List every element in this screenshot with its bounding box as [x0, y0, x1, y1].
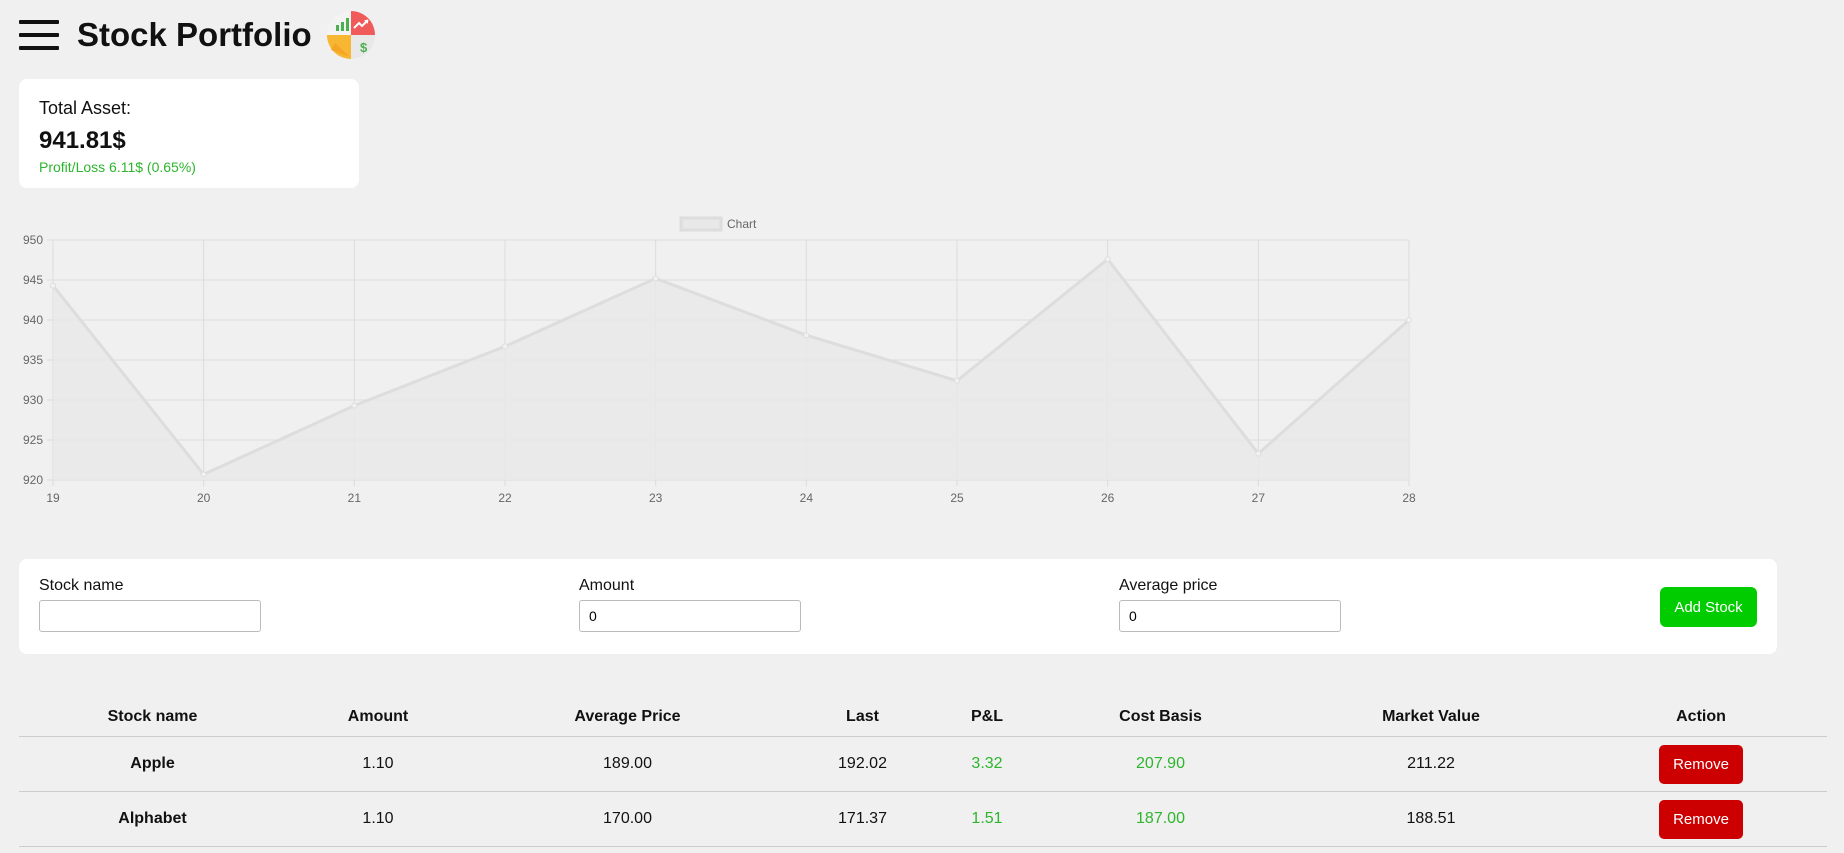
amount-cell: 1.10 [286, 736, 470, 792]
total-asset-label: Total Asset: [39, 98, 132, 118]
market-value-cell: 211.22 [1287, 736, 1575, 792]
x-tick-label: 27 [1252, 491, 1266, 505]
legend-label: Chart [727, 217, 757, 231]
column-header-amount: Amount [286, 698, 470, 737]
y-tick-label: 950 [23, 233, 43, 247]
x-tick-label: 19 [46, 491, 60, 505]
add-stock-form: Stock name Amount Average price Add Stoc… [19, 559, 1777, 654]
data-point [803, 332, 810, 339]
x-tick-label: 26 [1101, 491, 1115, 505]
column-header-pl: P&L [940, 698, 1034, 737]
portfolio-line-chart: 950 945 940 935 930 925 92019 20 21 22 23 24 25 26 27 2… [23, 216, 1416, 505]
svg-text:$: $ [360, 40, 368, 55]
amount-field: Amount [579, 577, 801, 632]
average-price-cell: 170.00 [470, 791, 785, 847]
amount-cell: 1.10 [286, 791, 470, 847]
average-price-label: Average price [1119, 577, 1218, 594]
legend-swatch [679, 216, 723, 232]
y-tick-label: 940 [23, 313, 43, 327]
stock-name-field: Stock name [39, 577, 261, 632]
x-tick-label: 24 [800, 491, 814, 505]
market-value-cell: 188.51 [1287, 791, 1575, 847]
data-point [954, 377, 960, 384]
stock-name-cell: Alphabet [19, 791, 286, 847]
action-cell: Remove [1575, 736, 1827, 792]
portfolio-chart-logo-icon: $ [326, 11, 375, 59]
column-header-cost-basis: Cost Basis [1034, 698, 1287, 737]
column-header-action: Action [1575, 698, 1827, 737]
x-tick-label: 28 [1402, 491, 1416, 505]
remove-button[interactable]: Remove [1659, 744, 1743, 784]
average-price-cell: 189.00 [470, 736, 785, 792]
x-tick-label: 25 [950, 491, 964, 505]
pl-cell: 1.51 [940, 791, 1034, 847]
stocks-table: Stock name Amount Average Price Last P&L… [19, 698, 1827, 847]
header: Stock Portfolio $ [19, 10, 376, 60]
data-point [1406, 317, 1412, 323]
profit-loss-text: Profit/Loss 6.11$ (0.65%) [39, 159, 196, 175]
table-header-row: Stock name Amount Average Price Last P&L… [19, 698, 1827, 737]
data-point [50, 282, 56, 289]
y-tick-label: 935 [23, 353, 43, 367]
stock-name-cell: Apple [19, 736, 286, 792]
data-point [502, 343, 508, 350]
add-stock-button[interactable]: Add Stock [1660, 587, 1757, 627]
column-header-last: Last [785, 698, 940, 737]
amount-input[interactable] [579, 600, 801, 632]
average-price-field: Average price [1119, 577, 1341, 632]
cost-basis-cell: 207.90 [1034, 736, 1287, 792]
pl-cell: 3.32 [940, 736, 1034, 792]
page-title: Stock Portfolio [77, 16, 312, 53]
table-row: Apple 1.10 189.00 192.02 3.32 207.90 211… [19, 736, 1827, 792]
table-row: Alphabet 1.10 170.00 171.37 1.51 187.00 … [19, 791, 1827, 847]
x-tick-label: 23 [649, 491, 663, 505]
x-tick-label: 20 [197, 491, 211, 505]
total-asset-card: Total Asset: 941.81$ Profit/Loss 6.11$ (… [19, 79, 359, 188]
amount-label: Amount [579, 577, 635, 594]
data-point [200, 471, 207, 478]
y-tick-label: 945 [23, 273, 43, 287]
column-header-stock-name: Stock name [19, 698, 286, 737]
action-cell: Remove [1575, 791, 1827, 847]
column-header-average-price: Average Price [470, 698, 785, 737]
column-header-market-value: Market Value [1287, 698, 1575, 737]
total-asset-value: 941.81$ [39, 127, 126, 154]
last-cell: 192.02 [785, 736, 940, 792]
average-price-input[interactable] [1119, 600, 1341, 632]
x-tick-label: 21 [348, 491, 362, 505]
hamburger-menu-icon[interactable] [19, 20, 59, 50]
cost-basis-cell: 187.00 [1034, 791, 1287, 847]
y-tick-label: 920 [23, 473, 43, 487]
stock-name-label: Stock name [39, 577, 124, 594]
series-area [53, 259, 1409, 480]
stock-name-input[interactable] [39, 600, 261, 632]
data-point [1255, 450, 1262, 457]
data-point [652, 275, 659, 282]
last-cell: 171.37 [785, 791, 940, 847]
y-tick-label: 930 [23, 393, 43, 407]
remove-button[interactable]: Remove [1659, 799, 1743, 839]
x-tick-label: 22 [498, 491, 512, 505]
data-point [351, 402, 358, 409]
y-tick-label: 925 [23, 433, 43, 447]
data-point [1104, 256, 1111, 263]
